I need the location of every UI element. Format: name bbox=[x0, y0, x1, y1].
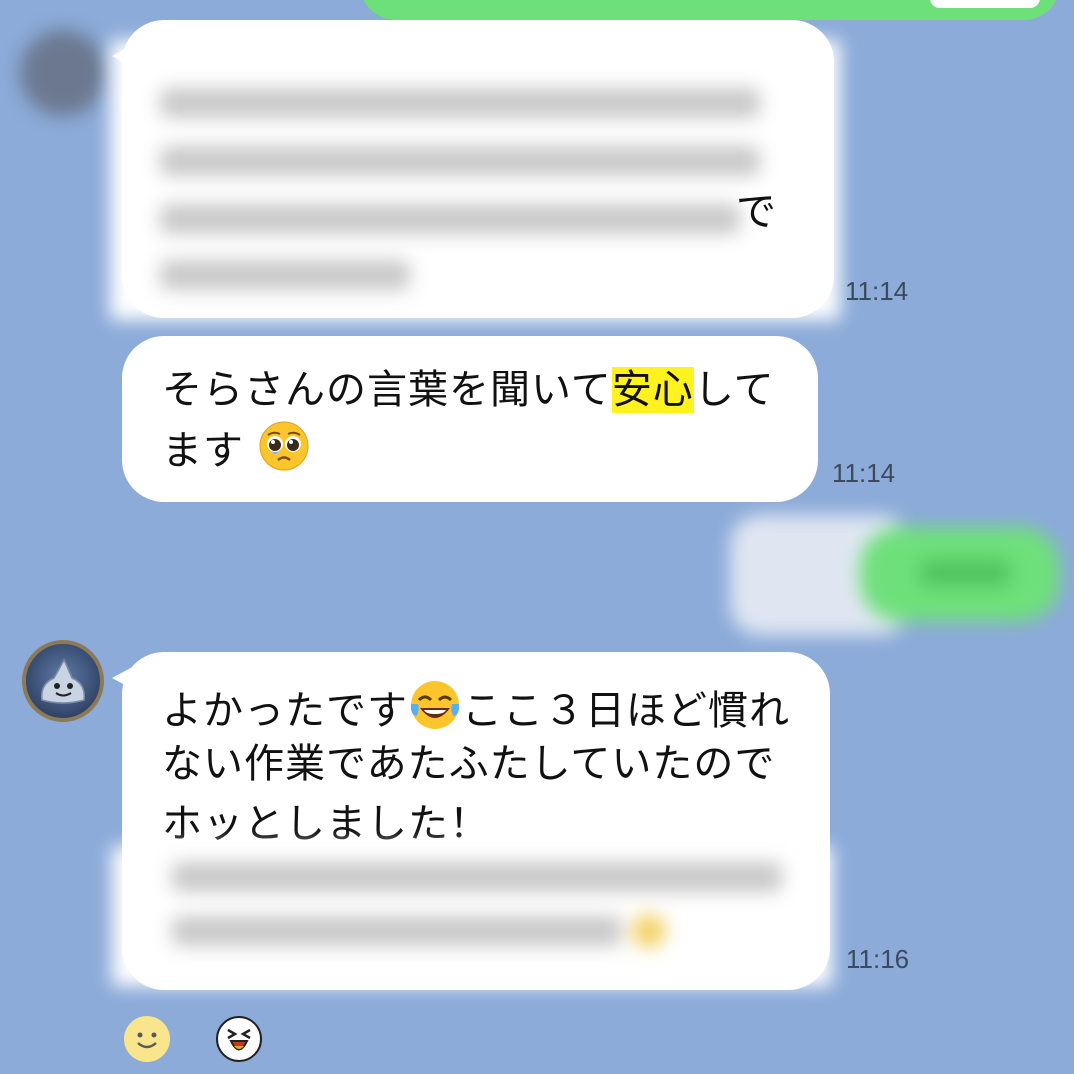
smile-icon[interactable] bbox=[124, 1016, 170, 1062]
message-2-text-a: そらさんの言葉を聞いて bbox=[162, 367, 612, 413]
timestamp: 11:14 bbox=[845, 276, 909, 306]
pleading-face-icon bbox=[259, 421, 309, 471]
timestamp: 11:16 bbox=[846, 944, 910, 974]
slime-icon bbox=[41, 658, 85, 704]
tears-of-joy-icon bbox=[410, 681, 460, 729]
message-3-text-b: ここ３日ほど慣れ bbox=[462, 688, 790, 734]
blurred-message-text bbox=[110, 40, 840, 320]
message-3-line-3: ホッとしました！ bbox=[162, 801, 490, 847]
message-2-line-2: ます bbox=[162, 420, 310, 479]
message-2-line-1: そらさんの言葉を聞いて安心して bbox=[162, 362, 775, 418]
laughing-face-icon[interactable] bbox=[216, 1016, 262, 1062]
avatar-metal-slime[interactable] bbox=[22, 640, 104, 722]
message-3-text-a: よかったです bbox=[162, 688, 408, 734]
timestamp: 11:14 bbox=[832, 458, 896, 488]
message-3-line-1: よかったです ここ３日ほど慣れ bbox=[162, 678, 790, 739]
blurred-message-text bbox=[112, 846, 832, 986]
message-1-visible-end: で bbox=[736, 189, 777, 235]
outgoing-bubble-top-inner bbox=[930, 0, 1040, 8]
avatar-blurred[interactable] bbox=[20, 30, 106, 116]
message-2-line-2-text: ます bbox=[162, 428, 244, 474]
message-2-text-b: して bbox=[693, 367, 775, 413]
message-3-line-2: ない作業であたふたしていたので bbox=[162, 741, 776, 787]
highlighted-text: 安心 bbox=[611, 367, 694, 413]
blurred-outgoing-message[interactable] bbox=[690, 505, 1070, 635]
